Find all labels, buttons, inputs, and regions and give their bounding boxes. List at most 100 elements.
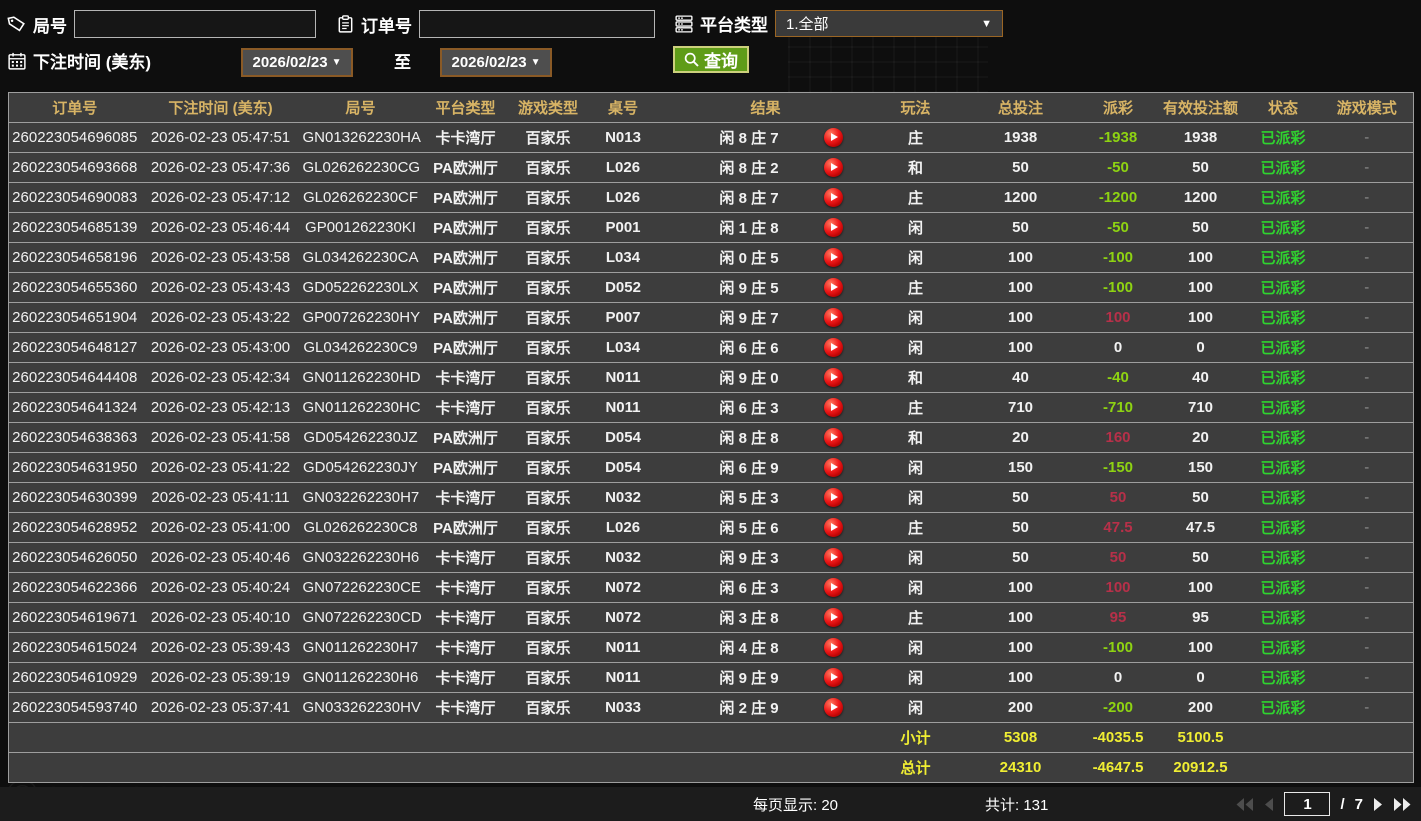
column-header-5: 桌号 — [585, 92, 661, 123]
first-page-button[interactable] — [1236, 797, 1254, 811]
status-badge: 已派彩 — [1245, 662, 1321, 693]
status-badge: 已派彩 — [1245, 152, 1321, 183]
play-icon[interactable] — [823, 638, 843, 657]
cell-game-mode: - — [1320, 152, 1414, 183]
next-page-button[interactable] — [1373, 797, 1383, 811]
search-button[interactable]: 查询 — [673, 46, 749, 73]
play-icon[interactable] — [823, 488, 843, 507]
total-row-total-bet: 24310 — [999, 759, 1042, 776]
cell-table-no: L026 — [585, 152, 661, 183]
cell-valid-bet: 710 — [1155, 392, 1246, 423]
play-icon[interactable] — [823, 398, 843, 417]
play-icon[interactable] — [823, 698, 843, 717]
play-icon[interactable] — [823, 578, 843, 597]
cell-platform: PA欧洲厅 — [420, 422, 511, 453]
cell-valid-bet: 100 — [1155, 572, 1246, 603]
cell-result: 闲 6 庄 9 — [660, 452, 871, 483]
result-cell: 闲 8 庄 2 — [663, 153, 869, 182]
cell-bet-time: 2026-02-23 05:47:51 — [140, 122, 301, 153]
cell-game-mode: - — [1320, 512, 1414, 543]
cell-table-no: D054 — [585, 422, 661, 453]
cell-order-no: 260223054651904 — [8, 302, 141, 333]
cell-play-type: 闲 — [870, 212, 961, 243]
play-icon[interactable] — [823, 428, 843, 447]
play-icon[interactable] — [823, 368, 843, 387]
cell-result: 闲 0 庄 5 — [660, 242, 871, 273]
cell-valid-bet: 150 — [1155, 452, 1246, 483]
cell-platform: PA欧洲厅 — [420, 152, 511, 183]
status-badge: 已派彩 — [1245, 572, 1321, 603]
cell-result: 闲 8 庄 7 — [660, 122, 871, 153]
cell-game-type: 百家乐 — [510, 452, 586, 483]
play-icon[interactable] — [823, 518, 843, 537]
cell-order-no: 260223054628952 — [8, 512, 141, 543]
subtotal-row-label: 小计 — [870, 722, 961, 753]
round-number-input[interactable] — [74, 10, 316, 38]
cell-play-type: 庄 — [870, 122, 961, 153]
cell-platform: 卡卡湾厅 — [420, 602, 511, 633]
cell-round-no: GD054262230JZ — [300, 422, 421, 453]
total-row-payout: -4647.5 — [1092, 759, 1144, 776]
platform-type-select[interactable]: 1.全部 ▼ — [775, 10, 1003, 37]
play-icon[interactable] — [823, 548, 843, 567]
page-number-input[interactable] — [1284, 792, 1331, 816]
column-header-2: 局号 — [300, 92, 421, 123]
cell-table-no: P007 — [585, 302, 661, 333]
cell-round-no: GN011262230HC — [300, 392, 421, 423]
play-icon[interactable] — [823, 188, 843, 207]
play-icon[interactable] — [823, 458, 843, 477]
cell-payout: 160 — [1080, 422, 1156, 453]
cell-result: 闲 3 庄 8 — [660, 602, 871, 633]
page-size-label: 每页显示: 20 — [753, 796, 839, 814]
column-header-1: 下注时间 (美东) — [140, 92, 301, 123]
pager: / 7 — [1236, 787, 1411, 821]
play-icon[interactable] — [823, 278, 843, 297]
date-from-select[interactable]: 2026/02/23 ▼ — [241, 48, 353, 77]
cell-payout: -1938 — [1080, 122, 1156, 153]
cell-total-bet: 40 — [960, 362, 1081, 393]
cell-total-bet: 20 — [960, 422, 1081, 453]
cell-play-type: 闲 — [870, 302, 961, 333]
play-icon[interactable] — [823, 128, 843, 147]
date-to-select[interactable]: 2026/02/23 ▼ — [440, 48, 552, 77]
cell-play-type: 庄 — [870, 182, 961, 213]
cell-platform: 卡卡湾厅 — [420, 542, 511, 573]
cell-table-no: D054 — [585, 452, 661, 483]
cell-result: 闲 5 庄 6 — [660, 512, 871, 543]
play-icon[interactable] — [823, 308, 843, 327]
tag-icon — [7, 15, 26, 33]
order-number-input[interactable] — [419, 10, 655, 38]
play-icon[interactable] — [823, 608, 843, 627]
prev-page-button[interactable] — [1264, 797, 1274, 811]
cell-game-type: 百家乐 — [510, 602, 586, 633]
result-cell: 闲 6 庄 6 — [663, 333, 869, 362]
cell-game-mode: - — [1320, 572, 1414, 603]
cell-bet-time: 2026-02-23 05:43:22 — [140, 302, 301, 333]
blank-cell — [8, 722, 871, 753]
cell-total-bet: 100 — [960, 662, 1081, 693]
cell-payout: -50 — [1080, 212, 1156, 243]
cell-game-type: 百家乐 — [510, 662, 586, 693]
play-icon[interactable] — [823, 668, 843, 687]
status-badge: 已派彩 — [1245, 332, 1321, 363]
cell-payout: -100 — [1080, 272, 1156, 303]
cell-play-type: 闲 — [870, 242, 961, 273]
last-page-button[interactable] — [1393, 797, 1411, 811]
result-cell: 闲 3 庄 8 — [663, 603, 869, 632]
play-icon[interactable] — [823, 338, 843, 357]
cell-game-mode: - — [1320, 602, 1414, 633]
cell-table-no: N032 — [585, 482, 661, 513]
cell-game-type: 百家乐 — [510, 302, 586, 333]
search-button-label: 查询 — [704, 52, 738, 71]
play-icon[interactable] — [823, 218, 843, 237]
result-text: 闲 8 庄 8 — [719, 430, 779, 447]
cell-order-no: 260223054638363 — [8, 422, 141, 453]
cell-total-bet: 100 — [960, 332, 1081, 363]
cell-valid-bet: 40 — [1155, 362, 1246, 393]
cell-order-no: 260223054658196 — [8, 242, 141, 273]
play-icon[interactable] — [823, 248, 843, 267]
cell-bet-time: 2026-02-23 05:37:41 — [140, 692, 301, 723]
cell-payout: -1200 — [1080, 182, 1156, 213]
play-icon[interactable] — [823, 158, 843, 177]
cell-valid-bet: 200 — [1155, 692, 1246, 723]
